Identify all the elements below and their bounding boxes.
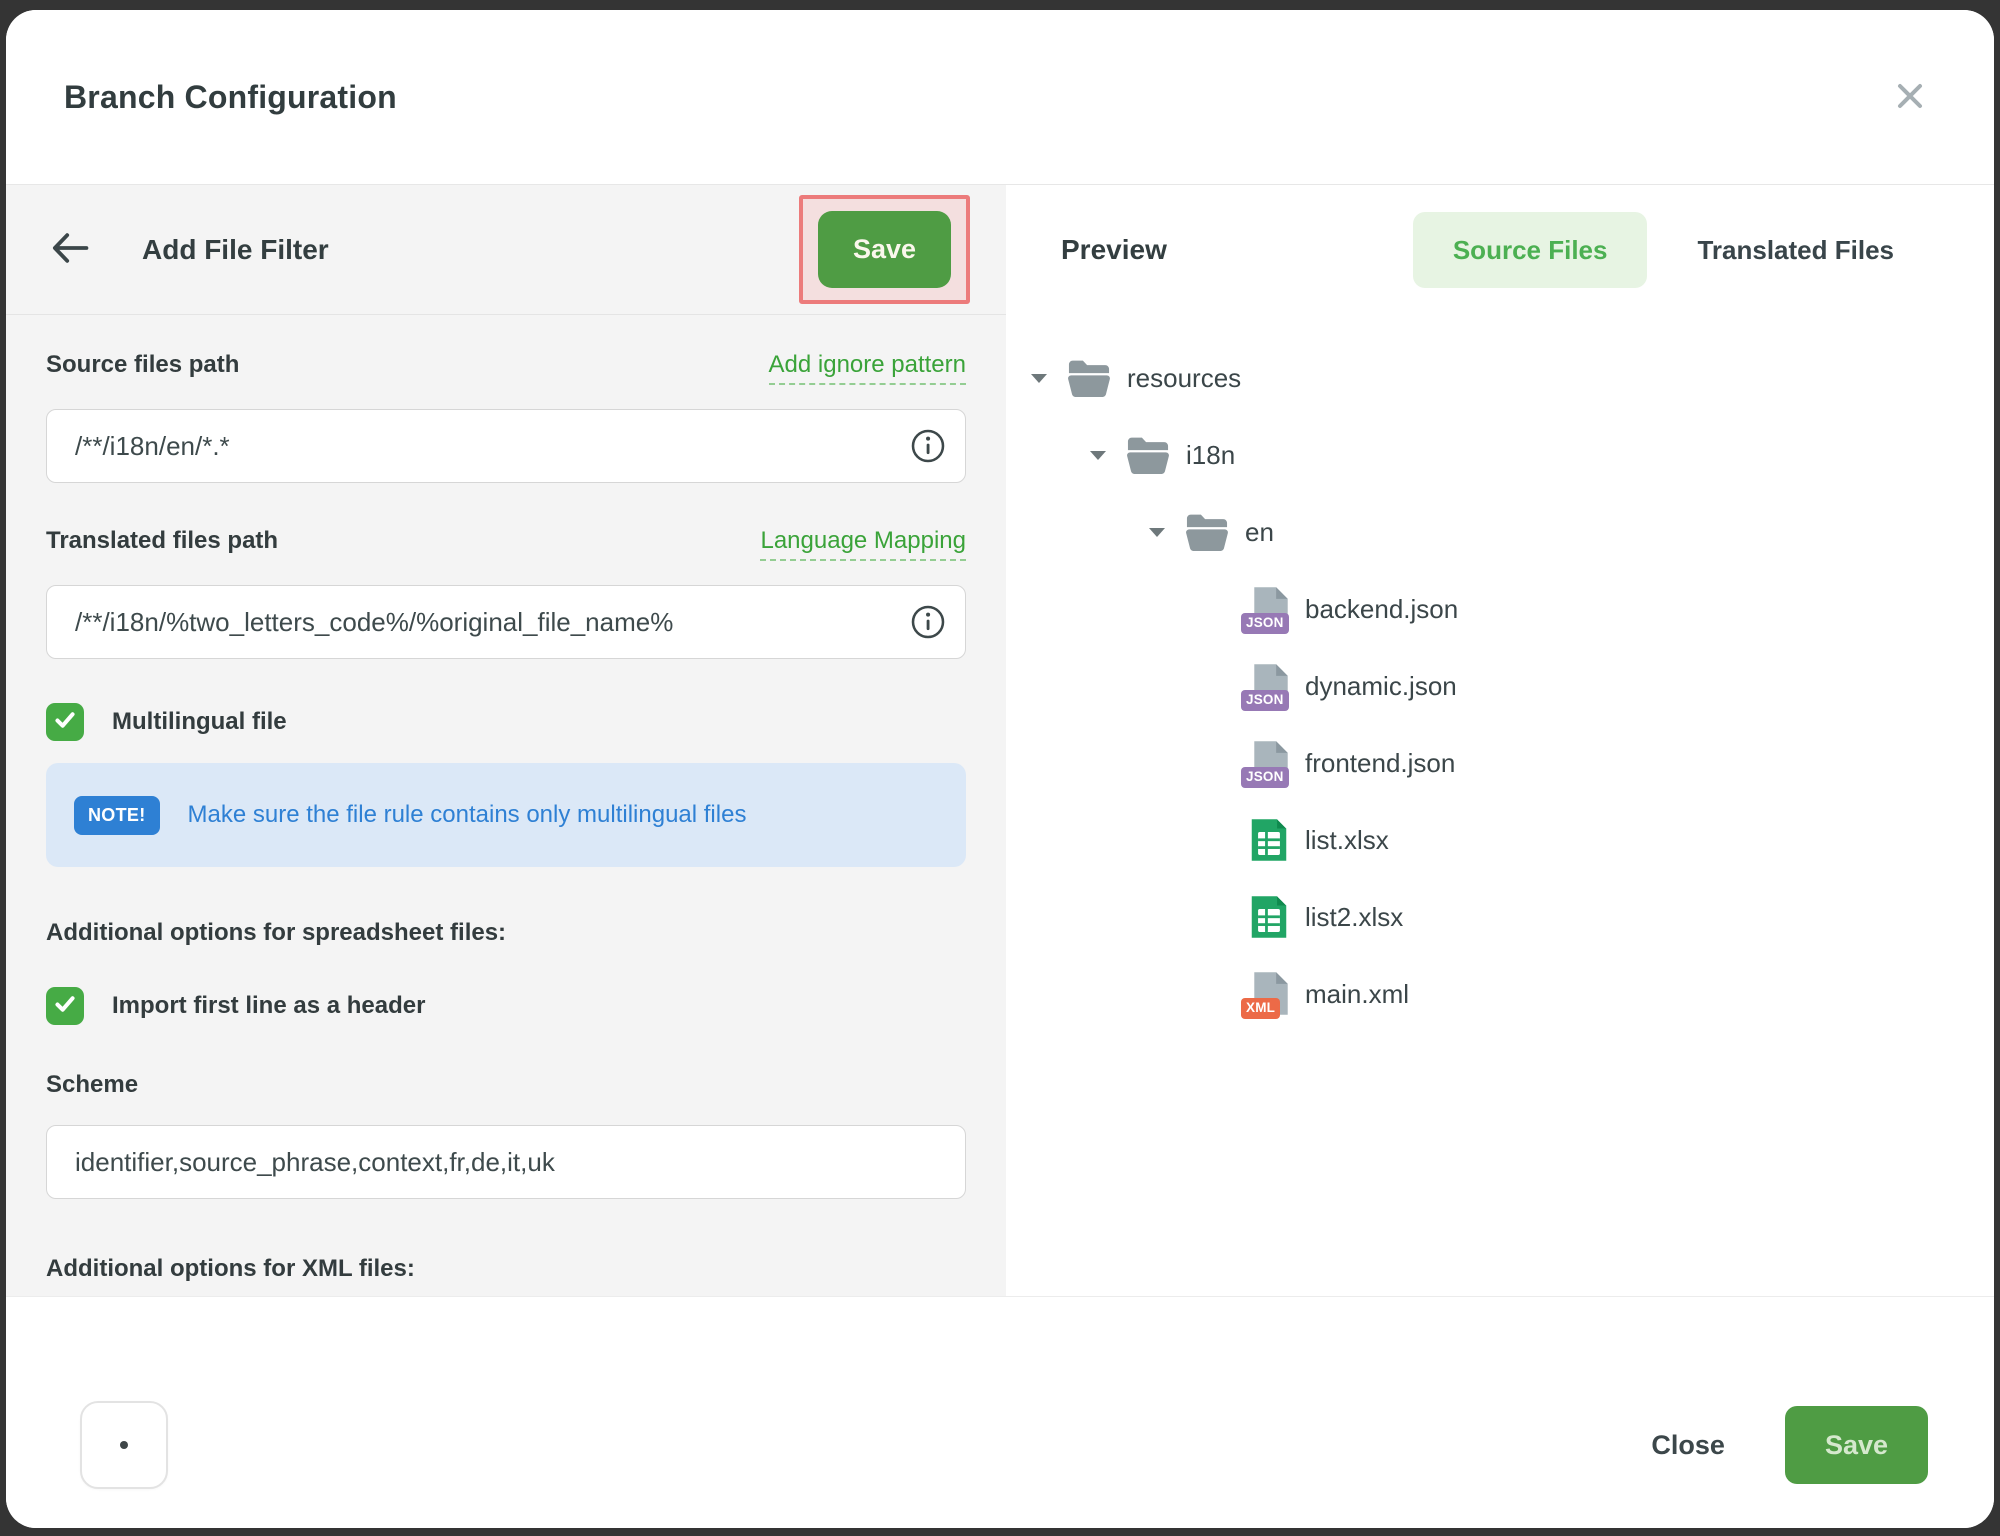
branch-configuration-modal: Branch Configuration Add File Filter Sav… [6, 10, 1994, 1528]
back-button[interactable] [46, 227, 92, 273]
caret-down-icon[interactable] [1146, 528, 1184, 537]
source-files-path-label: Source files path [46, 351, 239, 379]
modal-save-button[interactable]: Save [1785, 1406, 1928, 1484]
tree-folder-label: i18n [1186, 440, 1235, 471]
json-file-icon: JSON [1243, 740, 1291, 788]
tree-folder-label: resources [1127, 363, 1241, 394]
tree-row-folder[interactable]: i18n [1028, 417, 1974, 494]
caret-down-icon[interactable] [1028, 374, 1066, 383]
preview-tabs: Source Files Translated Files [1413, 212, 1934, 288]
preview-title: Preview [1061, 234, 1167, 266]
folder-icon [1066, 358, 1112, 400]
import-first-line-label: Import first line as a header [112, 992, 425, 1020]
file-tree: resources i18n [1006, 315, 1994, 1033]
tree-row-file[interactable]: list2.xlsx [1028, 879, 1974, 956]
xlsx-file-icon [1243, 894, 1291, 942]
xlsx-file-icon [1243, 817, 1291, 865]
filter-sub-header: Add File Filter Save [6, 185, 1006, 315]
tree-row-folder[interactable]: resources [1028, 340, 1974, 417]
tree-row-file[interactable]: JSON backend.json [1028, 571, 1974, 648]
source-files-path-input[interactable] [46, 409, 966, 483]
xml-options-heading: Additional options for XML files: [46, 1255, 966, 1283]
add-ignore-pattern-link[interactable]: Add ignore pattern [769, 351, 966, 385]
scheme-label: Scheme [46, 1071, 966, 1099]
translated-files-path-label: Translated files path [46, 527, 278, 555]
info-icon[interactable] [910, 604, 946, 640]
modal-header: Branch Configuration [6, 10, 1994, 185]
tab-source-files[interactable]: Source Files [1413, 212, 1648, 288]
xml-file-icon: XML [1243, 971, 1291, 1019]
tab-translated-files[interactable]: Translated Files [1657, 212, 1934, 288]
xml-badge: XML [1241, 998, 1280, 1018]
multilingual-note: NOTE! Make sure the file rule contains o… [46, 763, 966, 867]
filter-save-button[interactable]: Save [818, 211, 951, 288]
preview-sub-header: Preview Source Files Translated Files [1006, 185, 1994, 315]
folder-icon [1184, 512, 1230, 554]
note-text: Make sure the file rule contains only mu… [188, 801, 747, 829]
filter-form: Source files path Add ignore pattern Tra… [6, 315, 1006, 1283]
file-filter-panel: Add File Filter Save Source files path A… [6, 185, 1006, 1296]
info-icon[interactable] [910, 428, 946, 464]
json-file-icon: JSON [1243, 663, 1291, 711]
json-badge: JSON [1241, 767, 1289, 787]
multilingual-file-checkbox[interactable] [46, 703, 84, 741]
json-badge: JSON [1241, 613, 1289, 633]
more-options-button[interactable] [80, 1401, 168, 1489]
caret-down-icon[interactable] [1087, 451, 1125, 460]
tree-row-file[interactable]: XML main.xml [1028, 956, 1974, 1033]
checkmark-icon [52, 991, 78, 1022]
multilingual-file-label: Multilingual file [112, 708, 287, 736]
tree-file-label: dynamic.json [1305, 671, 1457, 702]
note-badge: NOTE! [74, 796, 160, 835]
scheme-input[interactable] [46, 1125, 966, 1199]
json-file-icon: JSON [1243, 586, 1291, 634]
language-mapping-link[interactable]: Language Mapping [760, 527, 966, 561]
modal-content: Add File Filter Save Source files path A… [6, 185, 1994, 1296]
checkmark-icon [52, 707, 78, 738]
preview-panel: Preview Source Files Translated Files re… [1006, 185, 1994, 1296]
modal-footer: Close Save [6, 1296, 1994, 1528]
import-first-line-checkbox[interactable] [46, 987, 84, 1025]
ellipsis-icon [120, 1441, 128, 1449]
tree-file-label: list.xlsx [1305, 825, 1389, 856]
back-arrow-icon [47, 226, 91, 273]
folder-icon [1125, 435, 1171, 477]
tree-folder-label: en [1245, 517, 1274, 548]
json-badge: JSON [1241, 690, 1289, 710]
spreadsheet-options-heading: Additional options for spreadsheet files… [46, 919, 966, 947]
tree-file-label: list2.xlsx [1305, 902, 1403, 933]
tree-file-label: frontend.json [1305, 748, 1455, 779]
tree-row-file[interactable]: list.xlsx [1028, 802, 1974, 879]
tree-file-label: backend.json [1305, 594, 1458, 625]
tree-row-file[interactable]: JSON dynamic.json [1028, 648, 1974, 725]
modal-close-button[interactable] [1886, 73, 1934, 121]
translated-files-path-input[interactable] [46, 585, 966, 659]
modal-title: Branch Configuration [64, 79, 397, 116]
filter-panel-title: Add File Filter [142, 234, 329, 266]
close-icon [1890, 76, 1930, 119]
save-button-highlight-annotation: Save [799, 195, 970, 304]
close-button[interactable]: Close [1651, 1430, 1725, 1461]
tree-row-file[interactable]: JSON frontend.json [1028, 725, 1974, 802]
tree-file-label: main.xml [1305, 979, 1409, 1010]
tree-row-folder[interactable]: en [1028, 494, 1974, 571]
